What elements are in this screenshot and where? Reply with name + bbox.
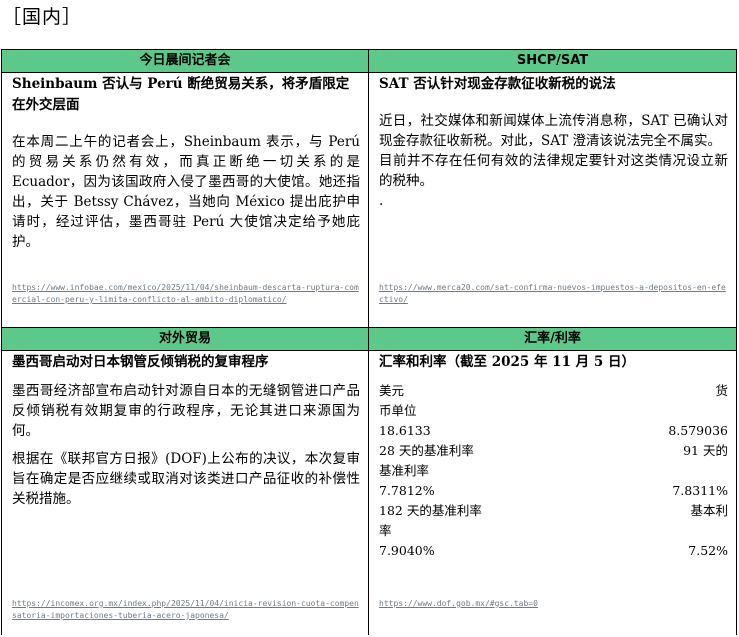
rate-label: 基准利率: [379, 463, 430, 478]
paragraph: 在本周二上午的记者会上，Sheinbaum 表示，与 Perú 的贸易关系仍然有…: [12, 134, 360, 250]
foreign-trade-link[interactable]: https://incomex.org.mx/index.php/2025/11…: [12, 598, 362, 622]
foreign-trade-header: 对外贸易: [2, 328, 368, 351]
shcp-sat-title: SAT 否认针对现金存款征收新税的说法: [379, 76, 616, 92]
rate-label: 28 天的基准利率: [379, 443, 474, 458]
rate-value: 7.52%: [688, 543, 728, 558]
paragraph: 目前并不存在任何有效的法律规定要针对这类情况设立新的税种。: [379, 153, 728, 189]
morning-conference-body: 在本周二上午的记者会上，Sheinbaum 表示，与 Perú 的贸易关系仍然有…: [2, 132, 368, 252]
shcp-sat-cell: SHCP/SAT SAT 否认针对现金存款征收新税的说法 近日，社交媒体和新闻媒…: [368, 49, 736, 327]
rates-table: 美元 货 币单位 18.6133 8.579036 28 天的基准利率 91 天的 基…: [369, 381, 736, 561]
rates-title: 汇率和利率（截至 2025 年 11 月 5 日）: [379, 354, 635, 370]
rate-row: 币单位: [379, 401, 728, 421]
rate-row: 28 天的基准利率 91 天的: [379, 441, 728, 461]
rate-row: 182 天的基准利率 基本利: [379, 501, 728, 521]
shcp-sat-link[interactable]: https://www.merca20.com/sat-confirma-nue…: [379, 282, 730, 306]
rate-label: 货: [715, 383, 728, 398]
rate-label: 率: [379, 523, 392, 538]
rate-label: 91 天的: [683, 443, 728, 458]
rate-label: 美元: [379, 383, 405, 398]
rate-row: 18.6133 8.579036: [379, 421, 728, 441]
rate-value: 7.9040%: [379, 543, 435, 558]
morning-conference-cell: 今日晨间记者会 Sheinbaum 否认与 Perú 断绝贸易关系，将矛盾限定在…: [2, 49, 368, 327]
rate-label: 182 天的基准利率: [379, 503, 482, 518]
paragraph: .: [379, 193, 384, 209]
foreign-trade-cell: 对外贸易 墨西哥启动对日本钢管反倾销税的复审程序 墨西哥经济部宣布启动针对源自日…: [2, 327, 368, 635]
rate-row: 7.7812% 7.8311%: [379, 481, 728, 501]
rate-row: 美元 货: [379, 381, 728, 401]
paragraph: 墨西哥经济部宣布启动针对源自日本的无缝钢管进口产品反倾销税有效期复审的行政程序，…: [12, 383, 360, 439]
section-heading: ［国内］: [2, 6, 83, 28]
rates-cell: 汇率/利率 汇率和利率（截至 2025 年 11 月 5 日） 美元 货 币单位 …: [368, 327, 736, 635]
shcp-sat-body: 近日，社交媒体和新闻媒体上流传消息称，SAT 已确认对现金存款征收新税。对此，S…: [369, 111, 736, 211]
foreign-trade-title: 墨西哥启动对日本钢管反倾销税的复审程序: [12, 354, 269, 370]
rate-row: 7.9040% 7.52%: [379, 541, 728, 561]
morning-conference-link[interactable]: https://www.infobae.com/mexico/2025/11/0…: [12, 282, 362, 306]
rate-label: 币单位: [379, 403, 417, 418]
news-grid: 今日晨间记者会 Sheinbaum 否认与 Perú 断绝贸易关系，将矛盾限定在…: [1, 49, 737, 635]
rate-row: 基准利率: [379, 461, 728, 481]
rate-label: 基本利: [690, 503, 728, 518]
shcp-sat-header: SHCP/SAT: [369, 49, 736, 73]
rate-row: 率: [379, 521, 728, 541]
rate-value: 7.7812%: [379, 483, 435, 498]
rate-value: 8.579036: [668, 423, 728, 438]
morning-conference-title: Sheinbaum 否认与 Perú 断绝贸易关系，将矛盾限定在外交层面: [12, 76, 350, 113]
foreign-trade-body: 墨西哥经济部宣布启动针对源自日本的无缝钢管进口产品反倾销税有效期复审的行政程序，…: [2, 381, 368, 509]
morning-conference-header: 今日晨间记者会: [2, 49, 368, 73]
paragraph: 根据在《联邦官方日报》(DOF)上公布的决议，本次复审旨在确定是否应继续或取消对…: [12, 451, 360, 507]
rate-value: 7.8311%: [672, 483, 728, 498]
rate-value: 18.6133: [379, 423, 431, 438]
rates-link[interactable]: https://www.dof.gob.mx/#gsc.tab=0: [379, 598, 730, 610]
rates-header: 汇率/利率: [369, 328, 736, 351]
paragraph: 近日，社交媒体和新闻媒体上流传消息称，SAT 已确认对现金存款征收新税。对此，S…: [379, 113, 728, 149]
